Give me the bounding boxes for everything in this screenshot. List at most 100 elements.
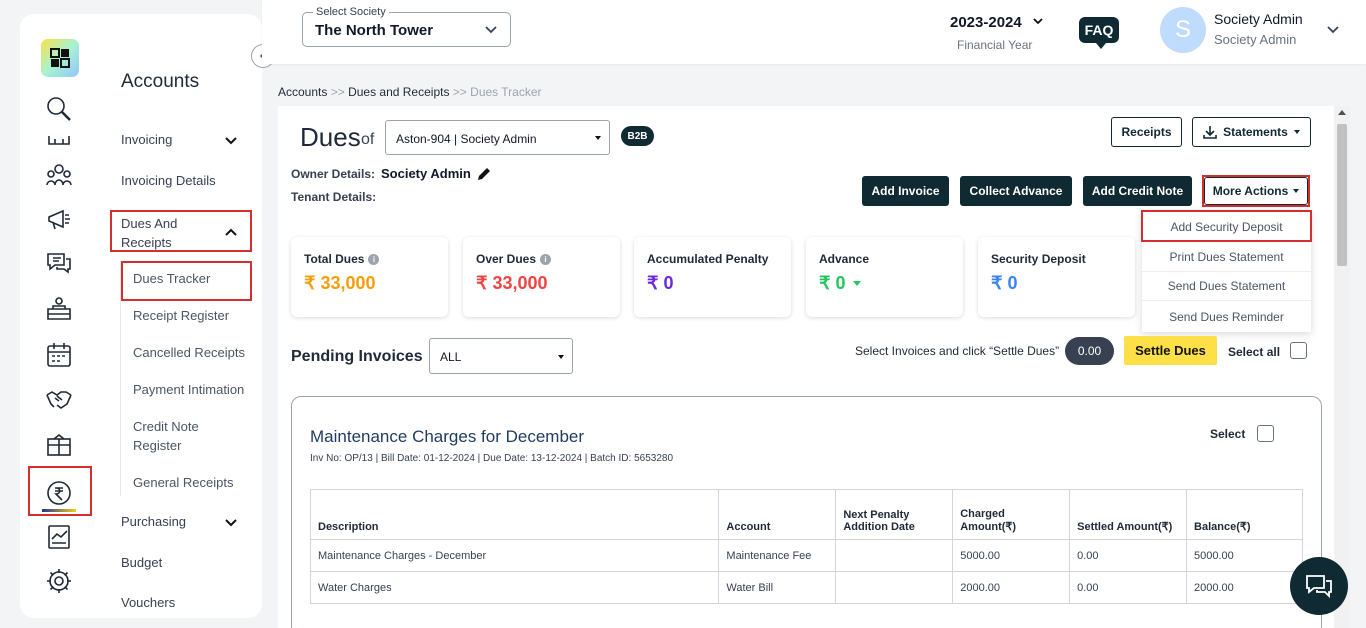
- card-value: ₹ 33,000: [476, 273, 548, 293]
- app-logo[interactable]: [41, 39, 79, 77]
- pencil-edit-icon[interactable]: [476, 166, 492, 182]
- scrollbar[interactable]: [1334, 106, 1350, 628]
- unit-select[interactable]: Aston-904 | Society Admin: [385, 120, 610, 155]
- column-header: Description: [309, 489, 720, 540]
- handshake-icon[interactable]: [44, 384, 74, 414]
- table-cell: 0.00: [1069, 539, 1188, 572]
- table-cell: 2000.00: [952, 571, 1071, 604]
- breadcrumb-separator: >>: [452, 85, 467, 99]
- card-label: Over Dues: [476, 252, 537, 266]
- invoice-filter-select[interactable]: ALL: [429, 338, 573, 374]
- owner-details-value: Society Admin: [381, 166, 471, 181]
- menu-item-send-dues-reminder[interactable]: Send Dues Reminder: [1142, 302, 1311, 331]
- financial-year-label: Financial Year: [957, 38, 1033, 52]
- chevron-down-icon[interactable]: [224, 516, 238, 530]
- reports-icon[interactable]: [44, 522, 74, 552]
- invoice-select-checkbox[interactable]: [1257, 425, 1274, 442]
- submenu-credit-note-register[interactable]: Credit Note Register: [133, 417, 223, 455]
- society-select-value: The North Tower: [315, 22, 434, 39]
- caret-down-icon: [595, 136, 601, 140]
- icon-rail: [20, 14, 100, 618]
- receipts-button[interactable]: Receipts: [1111, 117, 1182, 147]
- collect-advance-button[interactable]: Collect Advance: [960, 176, 1072, 206]
- menu-dues-and-receipts[interactable]: Dues And Receipts: [121, 214, 201, 252]
- chat-bubbles-icon[interactable]: [44, 248, 74, 278]
- financial-year-value[interactable]: 2023-2024: [950, 14, 1022, 31]
- chat-support-button[interactable]: [1290, 557, 1348, 615]
- info-icon[interactable]: i: [540, 254, 552, 265]
- table-cell: 5000.00: [1186, 539, 1303, 572]
- members-icon[interactable]: [44, 160, 74, 190]
- menu-invoicing[interactable]: Invoicing: [121, 132, 172, 147]
- chat-icon: [1306, 575, 1332, 599]
- download-icon: [1203, 126, 1217, 139]
- add-credit-note-button[interactable]: Add Credit Note: [1083, 176, 1192, 206]
- submenu-receipt-register[interactable]: Receipt Register: [133, 306, 229, 325]
- scrollbar-thumb[interactable]: [1337, 124, 1347, 266]
- scroll-up-arrow-icon[interactable]: [1338, 110, 1346, 115]
- table-cell: 0.00: [1069, 571, 1188, 604]
- package-icon[interactable]: [44, 430, 74, 460]
- breadcrumb-accounts[interactable]: Accounts: [278, 85, 327, 99]
- settle-dues-button[interactable]: Settle Dues: [1124, 336, 1217, 365]
- avatar[interactable]: S: [1160, 7, 1206, 53]
- card-total-dues: Total Dues i ₹ 33,000: [291, 237, 448, 317]
- column-header: Balance(₹): [1186, 489, 1303, 540]
- user-name: Society Admin: [1214, 11, 1303, 27]
- submenu-dues-tracker[interactable]: Dues Tracker: [133, 269, 210, 288]
- menu-item-print-dues-statement[interactable]: Print Dues Statement: [1142, 243, 1311, 272]
- chevron-down-icon[interactable]: [224, 134, 238, 148]
- page-title: Dues: [300, 122, 361, 152]
- menu-invoicing-details[interactable]: Invoicing Details: [121, 173, 216, 188]
- chevron-down-icon[interactable]: [1032, 16, 1044, 28]
- search-icon[interactable]: [44, 94, 74, 124]
- breadcrumb: Accounts >> Dues and Receipts >> Dues Tr…: [278, 85, 542, 99]
- unit-select-value: Aston-904 | Society Admin: [396, 132, 537, 146]
- society-select[interactable]: Select Society The North Tower: [302, 6, 511, 47]
- card-value: ₹ 0: [991, 273, 1018, 293]
- submenu-general-receipts[interactable]: General Receipts: [133, 473, 233, 492]
- gear-icon[interactable]: [44, 566, 74, 596]
- caret-down-icon[interactable]: [853, 281, 862, 286]
- table-cell: [835, 571, 954, 604]
- building-icon[interactable]: [44, 132, 74, 146]
- menu-budget[interactable]: Budget: [121, 555, 162, 570]
- table-cell: 5000.00: [952, 539, 1071, 572]
- menu-item-send-dues-statement[interactable]: Send Dues Statement: [1142, 272, 1311, 301]
- b2b-badge: B2B: [621, 126, 654, 146]
- chevron-up-icon[interactable]: [224, 225, 238, 239]
- select-all-checkbox[interactable]: [1290, 342, 1307, 359]
- submenu-cancelled-receipts[interactable]: Cancelled Receipts: [133, 343, 245, 362]
- table-cell: 2000.00: [1186, 571, 1303, 604]
- select-all-label: Select all: [1228, 345, 1281, 359]
- add-invoice-button[interactable]: Add Invoice: [862, 176, 949, 206]
- top-header: Select Society The North Tower 2023-2024…: [262, 0, 1366, 64]
- card-label: Total Dues: [304, 252, 365, 266]
- announcement-icon[interactable]: [44, 204, 74, 234]
- card-security-deposit: Security Deposit ₹ 0: [978, 237, 1135, 317]
- table-cell: Maintenance Charges - December: [309, 539, 720, 572]
- menu-vouchers[interactable]: Vouchers: [121, 595, 175, 610]
- info-icon[interactable]: i: [368, 254, 380, 265]
- column-header: Settled Amount(₹): [1069, 489, 1188, 540]
- invoice-filter-value: ALL: [440, 350, 462, 364]
- submenu-payment-intimation[interactable]: Payment Intimation: [133, 380, 244, 399]
- calendar-icon[interactable]: [44, 340, 74, 370]
- invoice-title: Maintenance Charges for December: [310, 427, 585, 446]
- chevron-down-icon[interactable]: [1326, 23, 1340, 37]
- card-accumulated-penalty: Accumulated Penalty ₹ 0: [634, 237, 791, 317]
- breadcrumb-dues-and-receipts[interactable]: Dues and Receipts: [348, 85, 449, 99]
- card-label: Advance: [819, 252, 870, 266]
- table-row: Water Charges Water Bill 2000.00 0.00 20…: [309, 571, 1303, 604]
- statements-button[interactable]: Statements: [1192, 117, 1311, 147]
- breadcrumb-current: Dues Tracker: [470, 85, 542, 99]
- page-title-of: of: [361, 131, 375, 148]
- table-cell: Water Bill: [718, 571, 837, 604]
- card-label: Security Deposit: [991, 252, 1086, 266]
- faq-button[interactable]: FAQ: [1079, 17, 1119, 49]
- invoice-table: Description Account Next Penalty Additio…: [309, 489, 1303, 604]
- more-actions-highlight: [1202, 175, 1310, 207]
- menu-purchasing[interactable]: Purchasing: [121, 514, 186, 529]
- helpdesk-icon[interactable]: [44, 294, 74, 324]
- rupee-accounts-icon[interactable]: [44, 478, 74, 508]
